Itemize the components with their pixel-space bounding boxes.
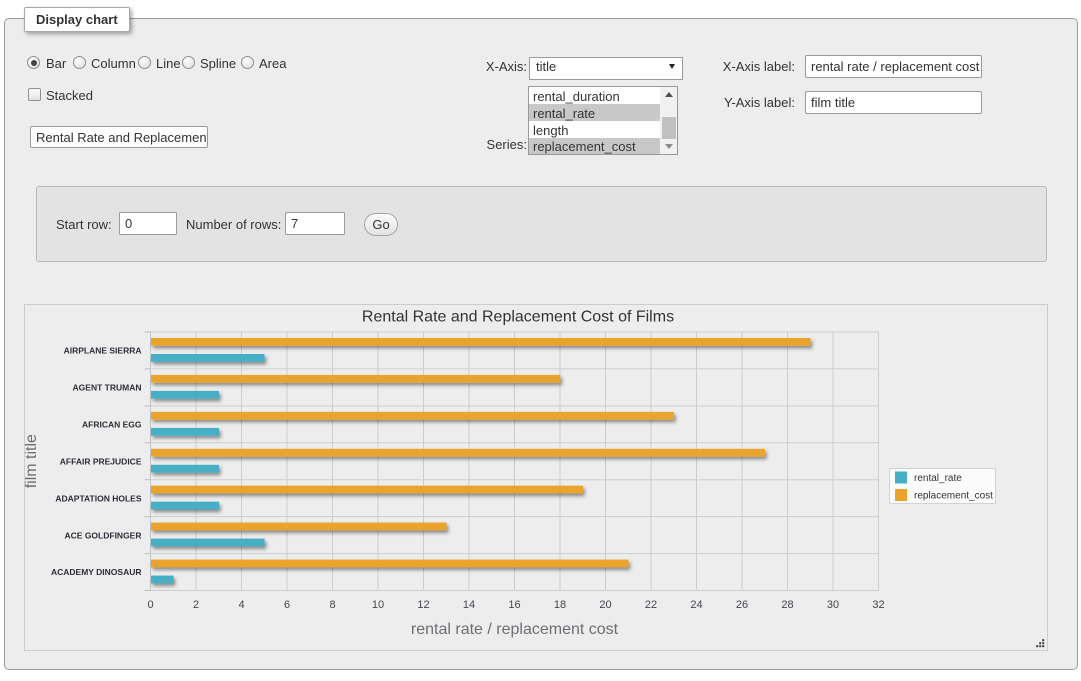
svg-text:6: 6 (284, 599, 290, 611)
svg-text:24: 24 (690, 599, 702, 611)
svg-text:26: 26 (736, 599, 748, 611)
svg-text:20: 20 (599, 599, 611, 611)
svg-text:rental_rate: rental_rate (914, 473, 962, 484)
svg-text:28: 28 (781, 599, 793, 611)
svg-text:ADAPTATION HOLES: ADAPTATION HOLES (55, 493, 141, 503)
svg-text:replacement_cost: replacement_cost (914, 491, 993, 502)
svg-text:AGENT TRUMAN: AGENT TRUMAN (73, 383, 142, 393)
svg-text:Rental Rate and Replacement Co: Rental Rate and Replacement Cost of Film… (362, 309, 674, 326)
svg-text:14: 14 (463, 599, 475, 611)
svg-text:AFRICAN EGG: AFRICAN EGG (82, 420, 142, 430)
svg-text:AIRPLANE SIERRA: AIRPLANE SIERRA (64, 346, 142, 356)
svg-text:22: 22 (645, 599, 657, 611)
svg-text:AFFAIR PREJUDICE: AFFAIR PREJUDICE (60, 456, 142, 466)
svg-text:film title: film title (25, 434, 40, 488)
svg-text:32: 32 (872, 599, 884, 611)
svg-text:ACADEMY DINOSAUR: ACADEMY DINOSAUR (51, 567, 142, 577)
svg-text:12: 12 (417, 599, 429, 611)
svg-text:rental rate / replacement cost: rental rate / replacement cost (411, 621, 619, 638)
svg-text:10: 10 (372, 599, 384, 611)
svg-text:2: 2 (193, 599, 199, 611)
svg-text:0: 0 (147, 599, 153, 611)
svg-text:ACE GOLDFINGER: ACE GOLDFINGER (65, 530, 142, 540)
svg-text:8: 8 (329, 599, 335, 611)
svg-text:4: 4 (238, 599, 244, 611)
svg-text:18: 18 (554, 599, 566, 611)
svg-text:30: 30 (827, 599, 839, 611)
svg-text:16: 16 (508, 599, 520, 611)
